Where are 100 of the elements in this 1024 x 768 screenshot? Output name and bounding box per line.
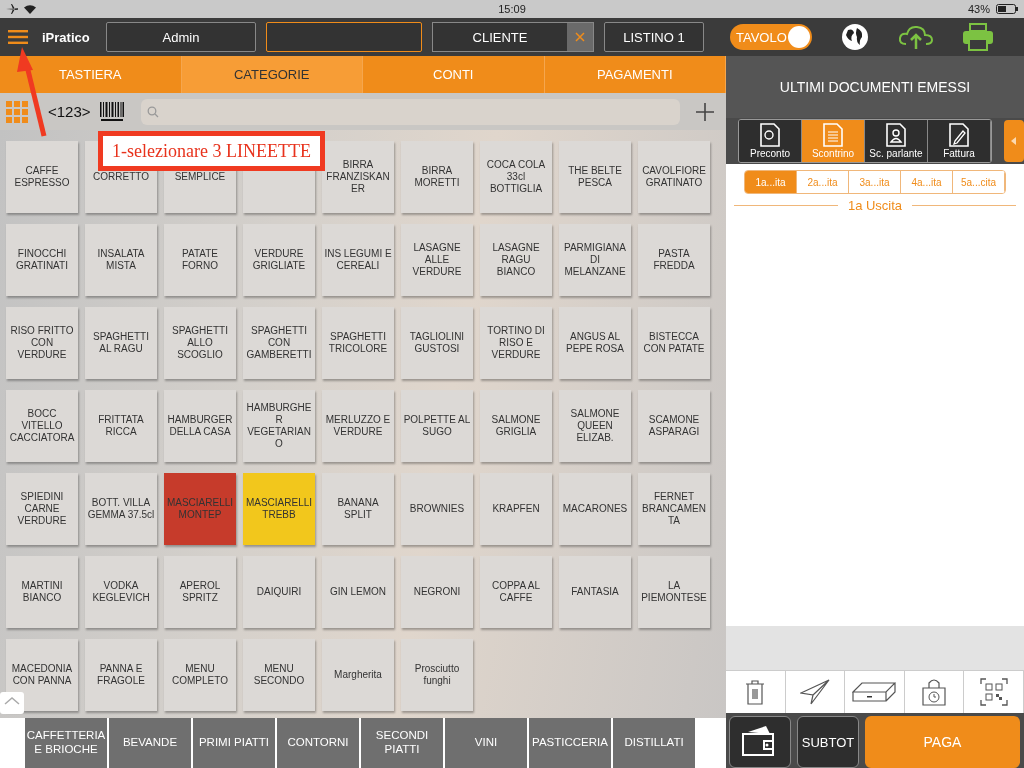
product-tile[interactable]: HAMBURGHER VEGETARIANO (243, 390, 315, 462)
receipt-search-icon (759, 123, 781, 147)
product-tile[interactable]: CAFFE ESPRESSO (6, 141, 78, 213)
product-tile[interactable]: CAVOLFIORE GRATINATO (638, 141, 710, 213)
product-tile[interactable]: MARTINI BIANCO (6, 556, 78, 628)
product-tile[interactable]: MASCIARELLI TREBB (243, 473, 315, 545)
document-type-tab[interactable]: Sc. parlante (865, 120, 928, 162)
search-field[interactable] (140, 98, 680, 125)
product-tile[interactable]: SALMONE GRIGLIA (480, 390, 552, 462)
document-pencil-icon (948, 123, 970, 147)
product-tile[interactable]: BANANA SPLIT (322, 473, 394, 545)
barcode-icon[interactable] (98, 100, 125, 123)
wallet-button[interactable] (729, 716, 791, 768)
input-field[interactable] (266, 22, 422, 52)
product-tile[interactable]: INSALATA MISTA (85, 224, 157, 296)
product-tile[interactable]: FINOCCHI GRATINATI (6, 224, 78, 296)
numeric-keypad-button[interactable]: <123> (46, 103, 93, 120)
panel-title: ULTIMI DOCUMENTI EMESSI (726, 56, 1024, 118)
product-tile[interactable]: THE BELTE PESCA (559, 141, 631, 213)
product-tile[interactable]: SPIEDINI CARNE VERDURE (6, 473, 78, 545)
customer-label: CLIENTE (471, 29, 529, 45)
globe-icon[interactable] (840, 22, 870, 52)
product-tile[interactable]: SPAGHETTI AL RAGU (85, 307, 157, 379)
subtotal-button[interactable]: SUBTOT (797, 716, 859, 768)
product-tile[interactable]: BOCC VITELLO CACCIATORA (6, 390, 78, 462)
document-type-tab[interactable]: Preconto (739, 120, 802, 162)
customer-field[interactable]: CLIENTE (432, 22, 594, 52)
product-tile[interactable]: Prosciutto funghi (401, 639, 473, 711)
category-button[interactable]: DISTILLATI (613, 718, 695, 768)
product-tile[interactable]: SPAGHETTI TRICOLORE (322, 307, 394, 379)
instruction-tooltip: 1-selezionare 3 LINEETTE (98, 131, 325, 171)
qr-code-icon[interactable] (979, 678, 1008, 706)
product-tile[interactable]: SCAMONE ASPARAGI (638, 390, 710, 462)
product-tile[interactable]: MACARONES (559, 473, 631, 545)
trash-icon[interactable] (745, 679, 766, 705)
product-tile[interactable]: PARMIGIANA DI MELANZANE (559, 224, 631, 296)
shopping-bag-clock-icon[interactable] (921, 678, 948, 706)
product-tile[interactable]: LASAGNE ALLE VERDURE (401, 224, 473, 296)
product-tile[interactable]: PASTA FREDDA (638, 224, 710, 296)
category-button[interactable]: CAFFETTERIA E BRIOCHE (25, 718, 107, 768)
category-button[interactable]: VINI (445, 718, 527, 768)
product-tile[interactable]: RISO FRITTO CON VERDURE (6, 307, 78, 379)
product-tile[interactable]: SPAGHETTI CON GAMBERETTI (243, 307, 315, 379)
category-button[interactable]: CONTORNI (277, 718, 359, 768)
printer-icon[interactable] (962, 23, 994, 51)
product-tile[interactable]: COCA COLA 33cl BOTTIGLIA (480, 141, 552, 213)
product-tile[interactable]: LASAGNE RAGU BIANCO (480, 224, 552, 296)
product-tile[interactable]: PATATE FORNO (164, 224, 236, 296)
product-tile[interactable]: VERDURE GRIGLIATE (243, 224, 315, 296)
product-tile[interactable]: ANGUS AL PEPE ROSA (559, 307, 631, 379)
receipt-person-icon (885, 123, 907, 147)
product-tile[interactable]: POLPETTE AL SUGO (401, 390, 473, 462)
course-title: 1a Uscita (847, 198, 903, 213)
product-tile[interactable]: HAMBURGER DELLA CASA (164, 390, 236, 462)
product-tile[interactable]: SALMONE QUEEN ELIZAB. (559, 390, 631, 462)
category-button[interactable]: SECONDI PIATTI (361, 718, 443, 768)
product-tile[interactable]: COPPA AL CAFFE (480, 556, 552, 628)
cloud-upload-icon[interactable] (898, 24, 934, 50)
category-button[interactable]: BEVANDE (109, 718, 191, 768)
product-tile[interactable]: FERNET BRANCAMENTA (638, 473, 710, 545)
product-tile[interactable]: MENU COMPLETO (164, 639, 236, 711)
product-tile[interactable]: FANTASIA (559, 556, 631, 628)
wifi-icon (24, 4, 36, 14)
paper-plane-icon[interactable] (799, 679, 830, 705)
cash-drawer-icon[interactable] (852, 682, 897, 702)
product-tile[interactable]: KRAPFEN (480, 473, 552, 545)
price-list-button[interactable]: LISTINO 1 (604, 22, 704, 52)
category-button[interactable]: PASTICCERIA (529, 718, 611, 768)
product-tile[interactable]: BISTECCA CON PATATE (638, 307, 710, 379)
product-tile[interactable]: GIN LEMON (322, 556, 394, 628)
product-tile[interactable]: DAIQUIRI (243, 556, 315, 628)
product-tile[interactable]: BOTT. VILLA GEMMA 37.5cl (85, 473, 157, 545)
product-tile[interactable]: BIRRA FRANZISKANER (322, 141, 394, 213)
product-tile[interactable]: BROWNIES (401, 473, 473, 545)
product-tile[interactable]: NEGRONI (401, 556, 473, 628)
document-type-tab[interactable]: Fattura (928, 120, 991, 162)
battery-icon (996, 4, 1018, 14)
product-tile[interactable]: Margherita (322, 639, 394, 711)
product-tile[interactable]: MENU SECONDO (243, 639, 315, 711)
search-icon (146, 105, 159, 118)
tab[interactable]: CATEGORIE (181, 56, 363, 93)
product-tile[interactable]: INS LEGUMI E CEREALI (322, 224, 394, 296)
menu-icon[interactable] (8, 30, 28, 44)
status-time: 15:09 (498, 3, 526, 15)
product-tile[interactable]: BIRRA MORETTI (401, 141, 473, 213)
battery-percent: 43% (967, 3, 990, 15)
product-tile[interactable]: PANNA E FRAGOLE (85, 639, 157, 711)
receipt-icon (822, 123, 844, 147)
product-tile[interactable]: MERLUZZO E VERDURE (322, 390, 394, 462)
product-tile[interactable]: SPAGHETTI ALLO SCOGLIO (164, 307, 236, 379)
operator-button[interactable]: Admin (106, 22, 256, 52)
category-button[interactable]: PRIMI PIATTI (193, 718, 275, 768)
product-tile[interactable]: TORTINO DI RISO E VERDURE (480, 307, 552, 379)
plus-icon[interactable] (696, 102, 714, 121)
product-tile[interactable]: APEROL SPRITZ (164, 556, 236, 628)
product-tile[interactable]: MACEDONIA CON PANNA (6, 639, 78, 711)
product-tile[interactable]: LA PIEMONTESE (638, 556, 710, 628)
product-tile[interactable]: FRITTATA RICCA (85, 390, 157, 462)
product-tile[interactable]: TAGLIOLINI GUSTOSI (401, 307, 473, 379)
product-tile[interactable]: VODKA KEGLEVICH (85, 556, 157, 628)
